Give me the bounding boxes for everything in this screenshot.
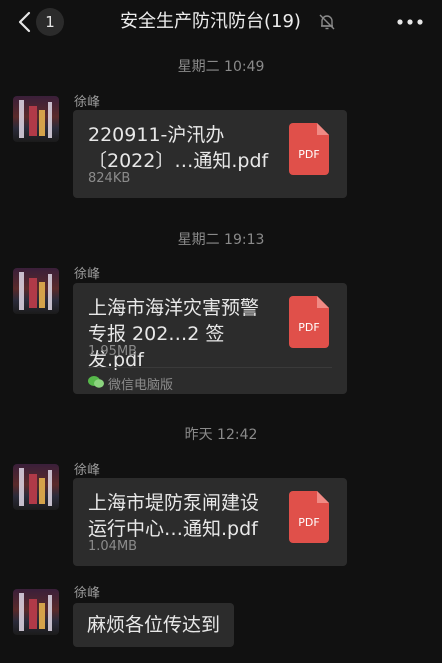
file-name: 上海市海洋灾害预警 专报 202…2 签发.pdf xyxy=(88,297,260,371)
sender-name: 徐峰 xyxy=(74,267,101,282)
wechat-icon xyxy=(88,376,104,388)
svg-text:PDF: PDF xyxy=(298,516,319,529)
sender-name: 徐峰 xyxy=(74,95,101,110)
svg-text:PDF: PDF xyxy=(298,321,319,334)
file-size: 824KB xyxy=(88,171,131,186)
sender-avatar[interactable] xyxy=(13,268,59,314)
card-divider xyxy=(88,367,332,368)
sender-name: 徐峰 xyxy=(74,463,101,478)
file-name: 220911-沪汛办 〔2022〕…通知.pdf xyxy=(88,124,269,172)
sender-name: 徐峰 xyxy=(74,586,101,601)
more-options-icon[interactable] xyxy=(396,18,424,26)
file-message-card[interactable]: 220911-沪汛办 〔2022〕…通知.pdf 824KB PDF xyxy=(73,110,347,198)
file-name: 上海市堤防泵闸建设 运行中心…通知.pdf xyxy=(88,492,260,540)
pdf-file-icon: PDF xyxy=(289,491,329,543)
pdf-file-icon: PDF xyxy=(289,123,329,175)
pdf-file-icon: PDF xyxy=(289,296,329,348)
chat-header: 1 安全生产防汛防台(19) xyxy=(0,0,442,44)
unread-count-badge[interactable]: 1 xyxy=(36,8,64,36)
file-size: 1.04MB xyxy=(88,539,138,554)
svg-text:PDF: PDF xyxy=(298,148,319,161)
message-timestamp: 星期二 10:49 xyxy=(177,59,265,75)
sender-avatar[interactable] xyxy=(13,464,59,510)
file-message-card[interactable]: 上海市海洋灾害预警 专报 202…2 签发.pdf 1.95MB PDF 微信电… xyxy=(73,283,347,394)
text-message-bubble[interactable]: 麻烦各位传达到 xyxy=(73,603,235,647)
back-arrow-icon[interactable] xyxy=(14,10,38,34)
chat-title: 安全生产防汛防台(19) xyxy=(120,11,301,32)
sender-avatar[interactable] xyxy=(13,96,59,142)
file-size: 1.95MB xyxy=(88,344,138,359)
sender-avatar[interactable] xyxy=(13,589,59,635)
mute-bell-icon xyxy=(319,14,335,30)
file-message-card[interactable]: 上海市堤防泵闸建设 运行中心…通知.pdf 1.04MB PDF xyxy=(73,478,347,566)
message-timestamp: 昨天 12:42 xyxy=(184,427,258,443)
message-timestamp: 星期二 19:13 xyxy=(177,232,265,248)
